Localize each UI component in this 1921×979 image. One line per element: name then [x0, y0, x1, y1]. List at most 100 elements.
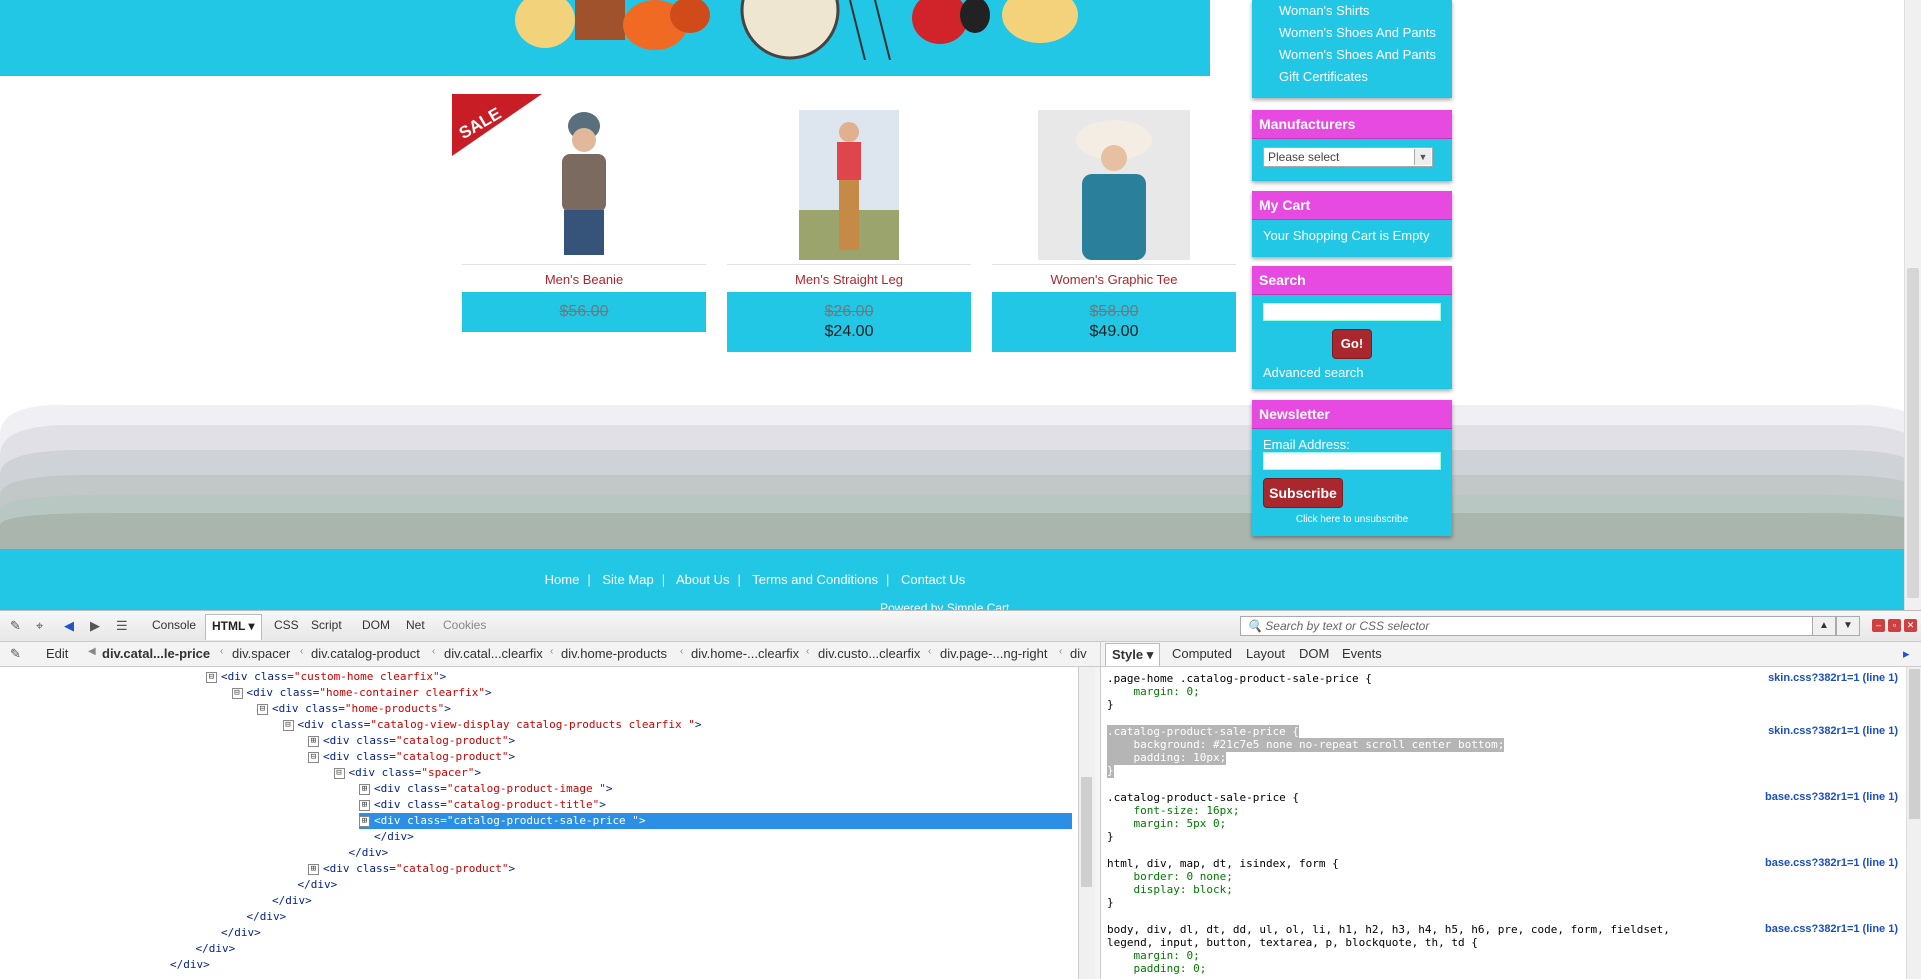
tree-node[interactable]: </div> — [334, 845, 389, 861]
product-image-mens-beanie[interactable] — [528, 110, 640, 260]
detach-icon[interactable]: ▫ — [1888, 619, 1901, 632]
breadcrumb-item[interactable]: div.catalog-product — [311, 646, 420, 661]
tree-node[interactable]: ⊟ <div class="catalog-view-display catalo… — [282, 717, 702, 733]
unsubscribe-link[interactable]: Click here to unsubscribe — [1263, 514, 1441, 525]
category-link[interactable]: Women's Shoes And Pants — [1252, 44, 1452, 66]
product-title[interactable]: Men's Straight Leg — [727, 272, 971, 287]
scrollbar-thumb[interactable] — [1081, 777, 1092, 887]
search-input[interactable]: 🔍 Search by text or CSS selector — [1240, 616, 1815, 636]
tree-node[interactable]: </div> — [257, 893, 312, 909]
search-next-button[interactable]: ▼ — [1836, 616, 1860, 636]
menu-icon[interactable]: ☰ — [116, 618, 128, 634]
breadcrumb-item[interactable]: div — [1070, 646, 1087, 661]
css-source-link[interactable]: base.css?382r1=1 (line 1) — [1765, 791, 1898, 803]
forward-icon[interactable]: ▶ — [90, 618, 100, 634]
edit-icon[interactable]: ✎ — [10, 646, 21, 662]
inspect-icon[interactable]: ⌖ — [36, 618, 43, 634]
expand-icon[interactable]: ⊞ — [359, 783, 370, 795]
footer-link-site-map[interactable]: Site Map — [602, 572, 653, 587]
css-source-link[interactable]: base.css?382r1=1 (line 1) — [1765, 857, 1898, 869]
email-field[interactable] — [1263, 452, 1441, 470]
scrollbar-thumb[interactable] — [1907, 268, 1919, 598]
footer-link-about[interactable]: About Us — [676, 572, 729, 587]
chevron-down-icon[interactable]: ▼ — [1414, 149, 1431, 165]
tab-html[interactable]: HTML ▾ — [205, 614, 262, 640]
tree-node[interactable]: ⊞ <div class="catalog-product"> — [308, 733, 515, 749]
tree-node[interactable]: ⊟ <div class="custom-home clearfix"> — [206, 669, 446, 685]
tree-node[interactable]: </div> — [232, 909, 287, 925]
page-scrollbar[interactable] — [1904, 0, 1921, 610]
tree-node[interactable]: </div> — [283, 877, 338, 893]
advanced-search-link[interactable]: Advanced search — [1263, 365, 1441, 380]
tree-node[interactable]: </div> — [181, 941, 236, 957]
footer-link-contact[interactable]: Contact Us — [901, 572, 965, 587]
close-icon[interactable]: ✕ — [1904, 619, 1917, 632]
css-source-link[interactable]: skin.css?382r1=1 (line 1) — [1768, 672, 1898, 684]
tree-node[interactable]: </div> — [155, 957, 210, 973]
breadcrumb-item[interactable]: div.custo...clearfix — [818, 646, 920, 661]
back-icon[interactable]: ◀ — [64, 618, 74, 634]
tree-node[interactable]: ⊞ <div class="catalog-product-title"> — [359, 797, 606, 813]
html-pane-scrollbar[interactable] — [1078, 667, 1095, 979]
category-link[interactable]: Woman's Shirts — [1252, 0, 1452, 22]
css-source-link[interactable]: base.css?382r1=1 (line 1) — [1765, 923, 1898, 935]
footer-link-terms[interactable]: Terms and Conditions — [752, 572, 878, 587]
product-image-womens-graphic-tee[interactable] — [1038, 110, 1190, 260]
search-go-button[interactable]: Go! — [1332, 329, 1372, 359]
breadcrumb-item[interactable]: div.page-...ng-right — [940, 646, 1047, 661]
search-prev-button[interactable]: ▲ — [1812, 616, 1836, 636]
product-title[interactable]: Women's Graphic Tee — [992, 272, 1236, 287]
breadcrumb-item[interactable]: div.catal...le-price — [102, 646, 210, 661]
collapse-icon[interactable]: ⊟ — [282, 719, 294, 731]
tree-node[interactable]: ⊟ <div class="home-products"> — [257, 701, 451, 717]
css-pane-scrollbar[interactable] — [1906, 667, 1921, 979]
tab-layout[interactable]: Layout — [1246, 646, 1285, 661]
tab-cookies[interactable]: Cookies — [443, 618, 486, 632]
collapse-icon[interactable]: ⊟ — [231, 687, 243, 699]
tab-dom[interactable]: DOM — [1299, 646, 1329, 661]
tab-console[interactable]: Console — [152, 618, 196, 632]
expand-icon[interactable]: ⊞ — [308, 863, 319, 875]
tab-dom[interactable]: DOM — [362, 618, 390, 632]
firebug-icon[interactable]: ✎ — [10, 618, 21, 634]
chevron-left-icon[interactable]: ◀ — [88, 646, 96, 657]
tab-net[interactable]: Net — [406, 618, 425, 632]
expand-icon[interactable]: ⊞ — [359, 815, 370, 827]
search-input[interactable] — [1263, 303, 1441, 321]
product-title[interactable]: Men's Beanie — [462, 272, 706, 287]
edit-button[interactable]: Edit — [46, 646, 68, 661]
minimize-icon[interactable]: – — [1872, 619, 1885, 632]
html-tree-pane[interactable]: ⊟ <div class="custom-home clearfix"> ⊟ <div… — [0, 667, 1078, 979]
tree-node[interactable]: ⊞ <div class="catalog-product"> — [308, 861, 515, 877]
tab-style[interactable]: Style ▾ — [1105, 643, 1161, 666]
category-link[interactable]: Women's Shoes And Pants — [1252, 22, 1452, 44]
collapse-icon[interactable]: ⊟ — [257, 703, 268, 715]
expand-icon[interactable]: ⊞ — [359, 799, 370, 811]
tree-node[interactable]: ⊟ <div class="home-container clearfix"> — [231, 685, 492, 701]
tree-node[interactable]: </div> — [206, 925, 261, 941]
tab-script[interactable]: Script — [311, 618, 342, 632]
tab-computed[interactable]: Computed — [1172, 646, 1232, 661]
subscribe-button[interactable]: Subscribe — [1263, 478, 1343, 508]
tree-node[interactable]: </div> — [359, 829, 414, 845]
tree-node-selected[interactable]: ⊞ <div class="catalog-product-sale-price … — [359, 813, 1072, 829]
breadcrumb-item[interactable]: div.spacer — [232, 646, 290, 661]
footer-link-home[interactable]: Home — [545, 572, 580, 587]
manufacturer-select[interactable]: Please select ▼ — [1263, 147, 1433, 167]
breadcrumb-item[interactable]: div.catal...clearfix — [444, 646, 543, 661]
tab-events[interactable]: Events — [1342, 646, 1382, 661]
expand-icon[interactable]: ▸ — [1903, 646, 1910, 662]
collapse-icon[interactable]: ⊟ — [206, 671, 217, 683]
category-link[interactable]: Gift Certificates — [1252, 66, 1452, 88]
breadcrumb-item[interactable]: div.home-products — [561, 646, 667, 661]
collapse-icon[interactable]: ⊟ — [333, 767, 345, 779]
scrollbar-thumb[interactable] — [1909, 669, 1920, 819]
css-rules-pane[interactable]: skin.css?382r1=1 (line 1) .page-home .cat… — [1101, 667, 1906, 979]
tree-node[interactable]: ⊟ <div class="catalog-product"> — [308, 749, 515, 765]
tree-node[interactable]: ⊟ <div class="spacer"> — [333, 765, 481, 781]
css-source-link[interactable]: skin.css?382r1=1 (line 1) — [1768, 725, 1898, 737]
breadcrumb-item[interactable]: div.home-...clearfix — [691, 646, 799, 661]
collapse-icon[interactable]: ⊟ — [308, 751, 319, 763]
tree-node[interactable]: ⊞ <div class="catalog-product-image "> — [359, 781, 612, 797]
tab-css[interactable]: CSS — [274, 618, 299, 632]
